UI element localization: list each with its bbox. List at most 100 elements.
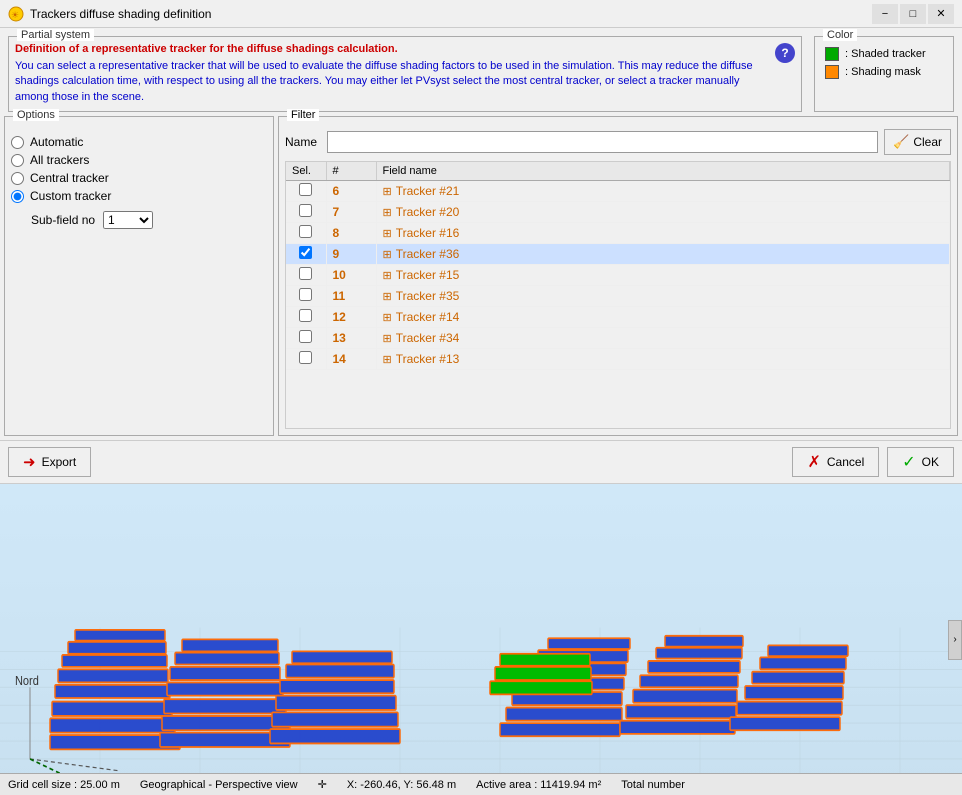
tracker-icon: ⊞ — [383, 353, 392, 366]
row-number: 12 — [326, 307, 376, 328]
row-number: 11 — [326, 286, 376, 307]
table-row[interactable]: 11⊞Tracker #35 — [286, 286, 950, 307]
row-number: 13 — [326, 328, 376, 349]
partial-system-panel: Partial system Definition of a represent… — [8, 36, 802, 112]
clear-button[interactable]: 🧹 Clear — [884, 129, 951, 155]
row-number: 7 — [326, 202, 376, 223]
subfield-select[interactable]: 1 2 3 — [103, 211, 153, 229]
ok-icon: ✓ — [902, 452, 915, 472]
mask-label: : Shading mask — [845, 66, 921, 78]
partial-system-text: Definition of a representative tracker f… — [15, 43, 769, 105]
radio-automatic-label: Automatic — [30, 135, 83, 149]
grid-cell-size: Grid cell size : 25.00 m — [8, 779, 120, 791]
north-label: Nord — [15, 673, 39, 688]
radio-custom-tracker-input[interactable] — [11, 190, 24, 203]
view-type: Geographical - Perspective view — [140, 779, 298, 791]
name-filter-input[interactable] — [327, 131, 878, 153]
row-number: 9 — [326, 244, 376, 265]
tracker-icon: ⊞ — [383, 185, 392, 198]
row-tracker-name: ⊞Tracker #20 — [376, 202, 950, 223]
table-row[interactable]: 10⊞Tracker #15 — [286, 265, 950, 286]
tracker-icon: ⊞ — [383, 332, 392, 345]
radio-central-tracker[interactable]: Central tracker — [11, 171, 267, 185]
row-checkbox-7[interactable] — [299, 330, 312, 343]
title-bar: ☀ Trackers diffuse shading definition − … — [0, 0, 962, 28]
row-checkbox-8[interactable] — [299, 351, 312, 364]
radio-all-trackers-input[interactable] — [11, 154, 24, 167]
color-section-title: Color — [823, 29, 857, 41]
partial-system-header: Definition of a representative tracker f… — [15, 43, 795, 105]
tracker-icon: ⊞ — [383, 248, 392, 261]
row-number: 10 — [326, 265, 376, 286]
coordinates: X: -260.46, Y: 56.48 m — [347, 779, 456, 791]
table-row[interactable]: 12⊞Tracker #14 — [286, 307, 950, 328]
table-row[interactable]: 8⊞Tracker #16 — [286, 223, 950, 244]
tracker-icon: ⊞ — [383, 290, 392, 303]
active-area: Active area : 11419.94 m² — [476, 779, 601, 791]
minimize-button[interactable]: − — [872, 4, 898, 24]
tracker-icon: ⊞ — [383, 227, 392, 240]
row-checkbox-3[interactable] — [299, 246, 312, 259]
row-checkbox-1[interactable] — [299, 204, 312, 217]
app-icon: ☀ — [8, 6, 24, 22]
radio-custom-tracker[interactable]: Custom tracker — [11, 189, 267, 203]
eraser-icon: 🧹 — [893, 134, 909, 150]
shaded-label: : Shaded tracker — [845, 48, 926, 60]
viz-right-handle[interactable]: › — [948, 620, 962, 660]
filter-row: Name 🧹 Clear — [285, 129, 951, 155]
row-number: 14 — [326, 349, 376, 370]
row-checkbox-5[interactable] — [299, 288, 312, 301]
window-controls: − □ ✕ — [872, 4, 954, 24]
row-tracker-name: ⊞Tracker #34 — [376, 328, 950, 349]
middle-area: Options Automatic All trackers Central t… — [4, 116, 958, 436]
row-number: 8 — [326, 223, 376, 244]
row-checkbox-4[interactable] — [299, 267, 312, 280]
row-checkbox-6[interactable] — [299, 309, 312, 322]
main-content: Partial system Definition of a represent… — [0, 28, 962, 795]
radio-automatic[interactable]: Automatic — [11, 135, 267, 149]
color-item-shaded: : Shaded tracker — [825, 47, 943, 61]
ok-button[interactable]: ✓ OK — [887, 447, 954, 477]
row-tracker-name: ⊞Tracker #36 — [376, 244, 950, 265]
maximize-button[interactable]: □ — [900, 4, 926, 24]
close-button[interactable]: ✕ — [928, 4, 954, 24]
table-row[interactable]: 9⊞Tracker #36 — [286, 244, 950, 265]
total-number: Total number — [621, 779, 685, 791]
viz-status-bar: Grid cell size : 25.00 m Geographical - … — [0, 773, 962, 795]
tracker-table[interactable]: Sel. # Field name 6⊞Tracker #217⊞Tracker… — [285, 161, 951, 429]
table-row[interactable]: 6⊞Tracker #21 — [286, 181, 950, 202]
selected-tracker — [490, 654, 592, 695]
table-row[interactable]: 13⊞Tracker #34 — [286, 328, 950, 349]
partial-system-title: Partial system — [17, 29, 94, 41]
visualization-svg: Nord Ouest Sud — [0, 484, 962, 795]
radio-all-trackers[interactable]: All trackers — [11, 153, 267, 167]
cancel-button[interactable]: ✗ Cancel — [792, 447, 879, 477]
cancel-label: Cancel — [827, 455, 864, 469]
shaded-color-box — [825, 47, 839, 61]
export-button[interactable]: ➜ Export — [8, 447, 91, 477]
row-checkbox-0[interactable] — [299, 183, 312, 196]
table-row[interactable]: 14⊞Tracker #13 — [286, 349, 950, 370]
row-tracker-name: ⊞Tracker #16 — [376, 223, 950, 244]
radio-automatic-input[interactable] — [11, 136, 24, 149]
table-header-row: Sel. # Field name — [286, 162, 950, 181]
tracker-icon: ⊞ — [383, 206, 392, 219]
action-bar: ➜ Export ✗ Cancel ✓ OK — [0, 440, 962, 484]
options-panel: Options Automatic All trackers Central t… — [4, 116, 274, 436]
row-tracker-name: ⊞Tracker #15 — [376, 265, 950, 286]
radio-central-tracker-input[interactable] — [11, 172, 24, 185]
table-row[interactable]: 7⊞Tracker #20 — [286, 202, 950, 223]
col-sel: Sel. — [286, 162, 326, 181]
filter-title: Filter — [287, 109, 319, 121]
description-text: You can select a representative tracker … — [15, 59, 769, 105]
row-checkbox-2[interactable] — [299, 225, 312, 238]
col-fieldname: Field name — [376, 162, 950, 181]
row-number: 6 — [326, 181, 376, 202]
subfield-label: Sub-field no — [31, 213, 95, 227]
row-tracker-name: ⊞Tracker #13 — [376, 349, 950, 370]
help-button[interactable]: ? — [775, 43, 795, 63]
options-title: Options — [13, 109, 59, 121]
ok-label: OK — [922, 455, 939, 469]
export-icon: ➜ — [23, 453, 36, 471]
cancel-icon: ✗ — [807, 452, 820, 472]
